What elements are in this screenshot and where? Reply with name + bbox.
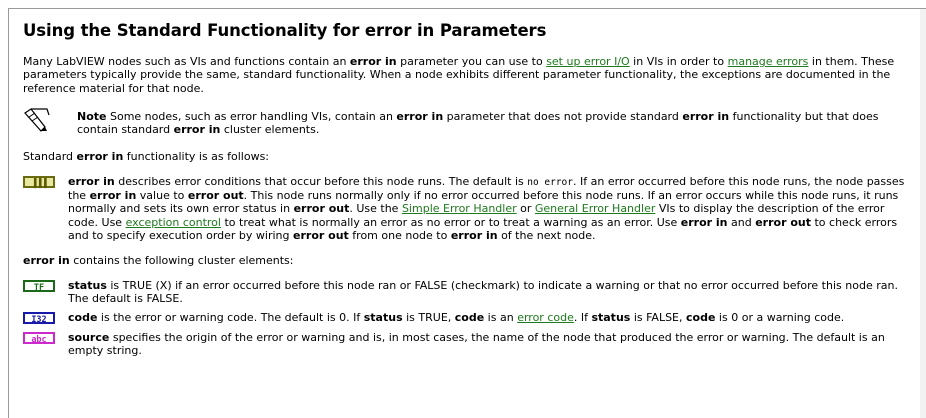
error-in-description: error in describes error conditions that… [63, 175, 913, 242]
term: error in [680, 215, 728, 229]
text: parameter you can use to [396, 55, 547, 68]
text: is FALSE, [630, 311, 687, 325]
error-cluster-icon: ▐▐▐ [23, 175, 55, 189]
text: contains the following cluster elements: [69, 254, 294, 268]
status-description: status is TRUE (X) if an error occurred … [63, 279, 913, 306]
source-icon-cell: abc [23, 331, 63, 358]
error-in-definition: ▐▐▐ error in describes error conditions … [23, 175, 913, 242]
term-error-in: error in [396, 109, 444, 123]
source-description: source specifies the origin of the error… [63, 331, 913, 358]
term: error in [68, 174, 115, 188]
term: error out [293, 202, 350, 216]
text: or [516, 202, 535, 216]
text: parameter that does not provide standard [443, 109, 683, 123]
help-topic: Using the Standard Functionality for err… [23, 21, 913, 364]
term-error-in: error in [76, 150, 124, 164]
note-text: Note Some nodes, such as error handling … [65, 105, 913, 137]
string-icon: abc [23, 332, 55, 345]
term: code [454, 311, 485, 325]
cluster-elements-heading: error in contains the following cluster … [23, 254, 913, 267]
text: from one node to [348, 228, 451, 242]
text: to treat what is normally an error as no… [220, 215, 681, 229]
term-error-in: error in [23, 254, 70, 268]
text: and [727, 215, 756, 229]
note-label: Note [77, 109, 107, 123]
link-set-up-error-io[interactable]: set up error I/O [546, 55, 630, 68]
note-block: Note Some nodes, such as error handling … [23, 105, 913, 137]
boolean-icon: TF [23, 279, 55, 293]
term: error in [89, 189, 137, 203]
code-description: code is the error or warning code. The d… [63, 311, 913, 325]
term-error-in: error in [173, 123, 221, 137]
code-icon-cell: I32 [23, 311, 63, 325]
i32-icon: I32 [23, 312, 55, 325]
help-content-frame: Using the Standard Functionality for err… [8, 8, 926, 418]
term-error-in: error in [349, 55, 397, 68]
text: is TRUE, [402, 311, 455, 325]
text: specifies the origin of the error or war… [68, 331, 885, 358]
status-definition: TF status is TRUE (X) if an error occurr… [23, 279, 913, 306]
scrollbar[interactable] [920, 9, 926, 418]
term: status [363, 311, 403, 325]
code-definition: I32 code is the error or warning code. T… [23, 311, 913, 325]
standard-functionality-heading: Standard error in functionality is as fo… [23, 150, 913, 163]
source-definition: abc source specifies the origin of the e… [23, 331, 913, 358]
text: Many LabVIEW nodes such as VIs and funct… [23, 55, 350, 68]
code-text: no error [527, 176, 573, 188]
text: . Use the [349, 202, 402, 216]
term: code [686, 311, 716, 325]
term: status [591, 311, 631, 325]
term: code [68, 311, 98, 325]
text: cluster elements. [220, 123, 320, 137]
link-general-error-handler[interactable]: General Error Handler [535, 202, 655, 215]
status-icon-cell: TF [23, 279, 63, 306]
text: is 0 or a warning code. [715, 311, 845, 325]
page-title: Using the Standard Functionality for err… [23, 21, 547, 40]
term: error in [450, 228, 498, 242]
text: describes error conditions that occur be… [114, 174, 528, 188]
error-in-icon-cell: ▐▐▐ [23, 175, 63, 242]
text: is the error or warning code. The defaul… [97, 311, 364, 325]
link-exception-control[interactable]: exception control [126, 216, 221, 229]
text: . If [573, 311, 592, 325]
term: error out [293, 228, 349, 242]
text: is an [484, 311, 518, 325]
text: value to [136, 189, 188, 203]
note-icon [23, 105, 65, 137]
text: of the next node. [497, 228, 596, 242]
text: Some nodes, such as error handling VIs, … [106, 109, 397, 123]
term: source [68, 331, 110, 345]
text: Standard [23, 150, 77, 164]
link-manage-errors[interactable]: manage errors [728, 55, 809, 68]
term: error out [755, 215, 811, 229]
term-error-in: error in [682, 109, 730, 123]
text: is TRUE (X) if an error occurred before … [68, 278, 898, 305]
intro-paragraph: Many LabVIEW nodes such as VIs and funct… [23, 55, 913, 95]
link-simple-error-handler[interactable]: Simple Error Handler [402, 202, 517, 215]
link-error-code[interactable]: error code [517, 311, 574, 324]
text: in VIs in order to [629, 55, 728, 68]
term: status [68, 278, 107, 292]
term: error out [187, 189, 244, 203]
text: functionality is as follows: [123, 150, 270, 164]
